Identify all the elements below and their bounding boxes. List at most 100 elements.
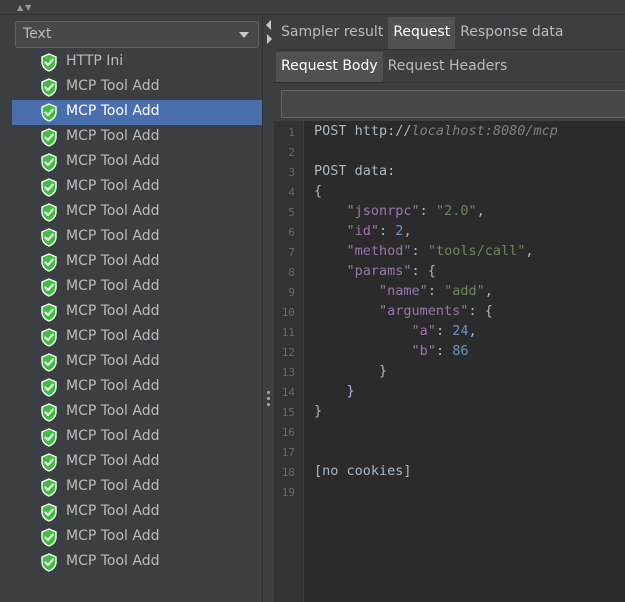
tree-item[interactable]: HTTP Ini: [12, 50, 262, 75]
tree-item-label: MCP Tool Add: [66, 303, 160, 319]
line-number: 18: [281, 466, 295, 479]
code-token: : {: [468, 303, 493, 319]
success-shield-icon: [41, 428, 57, 447]
sample-results-tree: HTTP Ini MCP Tool Add MCP Tool Add MCP Tool…: [12, 50, 262, 575]
search-input[interactable]: [281, 90, 625, 118]
code-token: "name": [379, 283, 428, 299]
tree-item[interactable]: MCP Tool Add: [12, 200, 262, 225]
code-token: :: [379, 223, 396, 239]
tree-item-label: MCP Tool Add: [66, 103, 160, 119]
code-line: "id": 2,: [314, 223, 412, 239]
code-token: "2.0": [435, 203, 477, 219]
code-line: "a": 24,: [314, 323, 477, 339]
tree-item[interactable]: MCP Tool Add: [12, 300, 262, 325]
success-shield-icon: [41, 303, 57, 322]
code-token: "id": [346, 223, 380, 239]
result-detail-panel: Sampler result Request Response data Req…: [274, 16, 625, 602]
code-token: 86: [452, 343, 469, 359]
line-number-gutter: 1 2 3 4 5 6 7 8 9 10 11 12 13 14 15 16 17 18 19: [274, 121, 304, 602]
tree-item-label: MCP Tool Add: [66, 128, 160, 144]
tab-request-headers[interactable]: Request Headers: [383, 52, 513, 82]
line-number: 16: [281, 426, 295, 439]
line-number: 2: [288, 146, 295, 159]
line-number: 1: [288, 126, 295, 139]
code-line: }: [314, 363, 387, 379]
tree-item[interactable]: MCP Tool Add: [12, 475, 262, 500]
tab-sampler-result[interactable]: Sampler result: [276, 17, 388, 49]
code-line: "jsonrpc": "2.0",: [314, 203, 485, 219]
code-token: ,: [484, 283, 493, 299]
tree-item-label: MCP Tool Add: [66, 478, 160, 494]
tree-item[interactable]: MCP Tool Add: [12, 275, 262, 300]
code-token: 24: [452, 323, 469, 339]
code-line: "method": "tools/call",: [314, 243, 534, 259]
line-number: 3: [288, 166, 295, 179]
tree-item-label: MCP Tool Add: [66, 203, 160, 219]
line-number: 19: [281, 486, 295, 499]
code-token: "jsonrpc": [346, 203, 420, 219]
code-line: POST http://localhost:8080/mcp: [314, 123, 558, 139]
line-number: 10: [281, 306, 295, 319]
collapse-expand-arrows-icon[interactable]: ▲▼: [17, 3, 33, 13]
success-shield-icon: [41, 478, 57, 497]
code-token: [no cookies]: [314, 463, 412, 479]
line-number: 15: [281, 406, 295, 419]
success-shield-icon: [41, 453, 57, 472]
tree-item-label: MCP Tool Add: [66, 503, 160, 519]
tab-response-data[interactable]: Response data: [455, 17, 568, 49]
success-shield-icon: [41, 503, 57, 522]
tree-item-label: MCP Tool Add: [66, 278, 160, 294]
tree-item[interactable]: MCP Tool Add: [12, 250, 262, 275]
line-number: 5: [288, 206, 295, 219]
request-body-editor[interactable]: 1 2 3 4 5 6 7 8 9 10 11 12 13 14 15 16 17 18 19 POST http:…: [274, 121, 625, 602]
chevron-down-icon[interactable]: [239, 32, 249, 38]
code-token: :: [419, 203, 436, 219]
tree-item-label: MCP Tool Add: [66, 178, 160, 194]
tree-item[interactable]: MCP Tool Add: [12, 150, 262, 175]
tree-item[interactable]: MCP Tool Add: [12, 550, 262, 575]
tree-item[interactable]: MCP Tool Add: [12, 450, 262, 475]
tree-item[interactable]: MCP Tool Add: [12, 75, 262, 100]
success-shield-icon: [41, 128, 57, 147]
code-line: }: [314, 403, 322, 419]
tree-item[interactable]: MCP Tool Add: [12, 100, 262, 125]
code-line: [no cookies]: [314, 463, 412, 479]
renderer-select[interactable]: Text: [15, 21, 259, 48]
code-token: :: [435, 323, 453, 339]
code-token: :: [427, 283, 445, 299]
code-token: POST data:: [314, 163, 396, 179]
pane-splitter[interactable]: [262, 16, 274, 602]
collapse-left-icon[interactable]: [266, 20, 271, 30]
tree-item[interactable]: MCP Tool Add: [12, 400, 262, 425]
tree-item-label: MCP Tool Add: [66, 453, 160, 469]
line-number: 17: [281, 446, 295, 459]
code-token: ,: [476, 203, 485, 219]
success-shield-icon: [41, 403, 57, 422]
tree-item[interactable]: MCP Tool Add: [12, 350, 262, 375]
tree-item-label: MCP Tool Add: [66, 428, 160, 444]
code-token: "tools/call": [427, 243, 526, 259]
line-number: 13: [281, 366, 295, 379]
code-line: "arguments": {: [314, 303, 493, 319]
tree-item[interactable]: MCP Tool Add: [12, 525, 262, 550]
tree-item[interactable]: MCP Tool Add: [12, 325, 262, 350]
success-shield-icon: [41, 178, 57, 197]
tree-item[interactable]: MCP Tool Add: [12, 125, 262, 150]
drag-handle-icon[interactable]: [267, 391, 271, 411]
tab-request[interactable]: Request: [388, 17, 456, 49]
tree-item[interactable]: MCP Tool Add: [12, 225, 262, 250]
code-token: }: [314, 403, 323, 419]
tree-item[interactable]: MCP Tool Add: [12, 175, 262, 200]
tree-item[interactable]: MCP Tool Add: [12, 500, 262, 525]
tree-item[interactable]: MCP Tool Add: [12, 425, 262, 450]
tree-item[interactable]: MCP Tool Add: [12, 375, 262, 400]
tree-item-label: MCP Tool Add: [66, 253, 160, 269]
tab-request-body[interactable]: Request Body: [276, 52, 383, 82]
code-line: "name": "add",: [314, 283, 493, 299]
collapse-right-icon[interactable]: [267, 34, 272, 44]
code-token: "add": [444, 283, 485, 299]
code-line: {: [314, 183, 322, 199]
